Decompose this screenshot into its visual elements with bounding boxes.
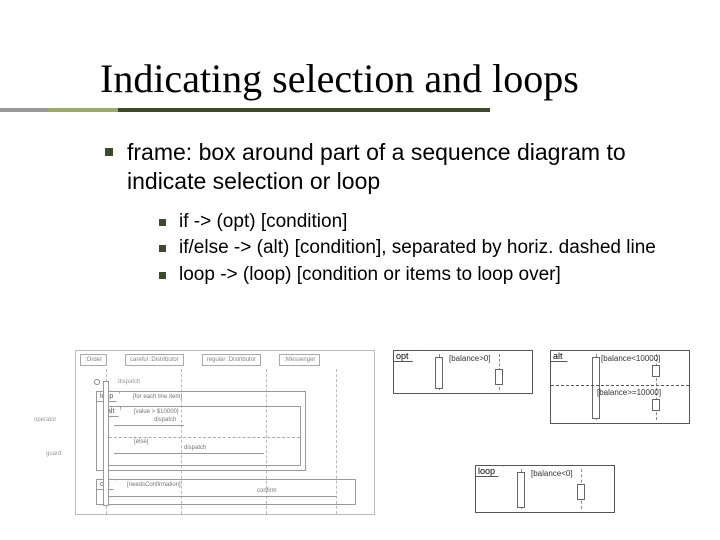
participant-order: :Order (80, 354, 107, 366)
alt-diagram-guard-bot: [balance>=10000] (597, 388, 661, 397)
participant-messenger: :Messenger (279, 354, 320, 366)
bullet-main: frame: box around part of a sequence dia… (105, 138, 680, 288)
diagram-area: :Order careful :Distributor regular :Dis… (75, 350, 690, 520)
sub-bullet-if: if -> (opt) [condition] (159, 210, 680, 235)
opt-guard: [needsConfirmation] (127, 482, 181, 488)
loop-diagram: loop [balance<0] (475, 465, 615, 513)
alt-diagram: alt [balance<10000] [balance>=10000] (550, 350, 690, 424)
opt-frame: opt [needsConfirmation] confirm (96, 479, 356, 505)
alt-guard-bot: [else] (134, 439, 148, 445)
alt-diagram-guard-top: [balance<10000] (601, 354, 660, 363)
alt-diagram-tag: alt (550, 350, 572, 362)
label-operator: operator (34, 417, 56, 423)
alt-frame: alt [value > $10000] dispatch [else] dis… (103, 406, 301, 466)
msg-dispatch-label: dispatch (118, 379, 140, 385)
sequence-diagram-example: :Order careful :Distributor regular :Dis… (75, 350, 375, 515)
msg-dispatch-2: dispatch (184, 445, 206, 451)
alt-divider (104, 437, 300, 438)
participant-careful: careful :Distributor (125, 354, 184, 366)
sub-bullet-ifelse: if/else -> (alt) [condition], separated … (159, 236, 680, 261)
loop-diagram-guard: [balance<0] (531, 469, 573, 478)
slide-title: Indicating selection and loops (100, 55, 720, 102)
loop-guard: [for each line item] (133, 394, 182, 400)
alt-diagram-divider (551, 385, 689, 386)
found-message-icon (94, 379, 100, 385)
opt-diagram-guard: [balance>0] (449, 354, 491, 363)
msg-dispatch-1: dispatch (154, 417, 176, 423)
slide-body: frame: box around part of a sequence dia… (0, 110, 720, 288)
loop-diagram-tag: loop (475, 465, 504, 477)
loop-frame: loop [for each line item] alt [value > $… (96, 391, 306, 471)
alt-guard-top: [value > $10000] (134, 409, 179, 415)
label-guard: guard (46, 451, 61, 457)
opt-diagram-tag: opt (393, 350, 418, 362)
title-underline (0, 108, 490, 112)
sub-bullet-loop: loop -> (loop) [condition or items to lo… (159, 263, 680, 288)
participant-regular: regular :Distributor (202, 354, 261, 366)
bullet-main-text: frame: box around part of a sequence dia… (127, 139, 626, 194)
opt-diagram: opt [balance>0] (393, 350, 533, 394)
msg-confirm: confirm (257, 488, 277, 494)
